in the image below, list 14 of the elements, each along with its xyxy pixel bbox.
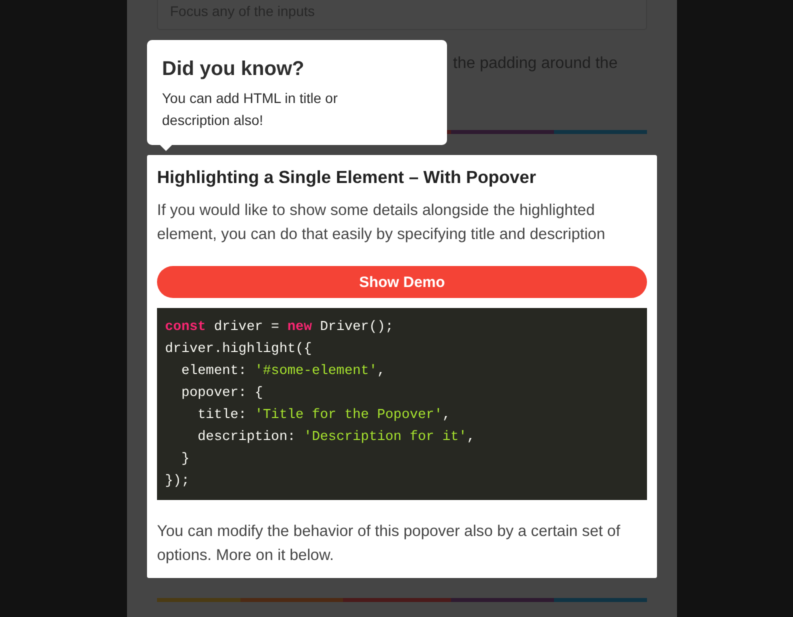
code-line: popover: { xyxy=(180,385,264,403)
code-line: const driver = new Driver(); xyxy=(165,319,394,337)
code-line: }); xyxy=(165,473,190,491)
section-note: You can modify the behavior of this popover also by a certain set of options. More on it below. xyxy=(157,522,622,566)
code-line: element: '#some-element', xyxy=(180,363,386,381)
popover-description: You can add HTML in title or description also! xyxy=(162,89,339,130)
code-line: description: 'Description for it', xyxy=(196,429,476,447)
code-line: driver.highlight({ xyxy=(165,341,313,359)
section-description: If you would like to show some details alongside the highlighted element, you can do that easily by specifying title and description xyxy=(157,201,606,245)
code-line: } xyxy=(180,451,190,469)
popover-title: Did you know? xyxy=(162,57,306,82)
code-line: title: 'Title for the Popover', xyxy=(196,407,452,425)
show-demo-button[interactable]: Show Demo xyxy=(157,266,647,298)
section-title: Highlighting a Single Element – With Popover xyxy=(157,166,538,189)
